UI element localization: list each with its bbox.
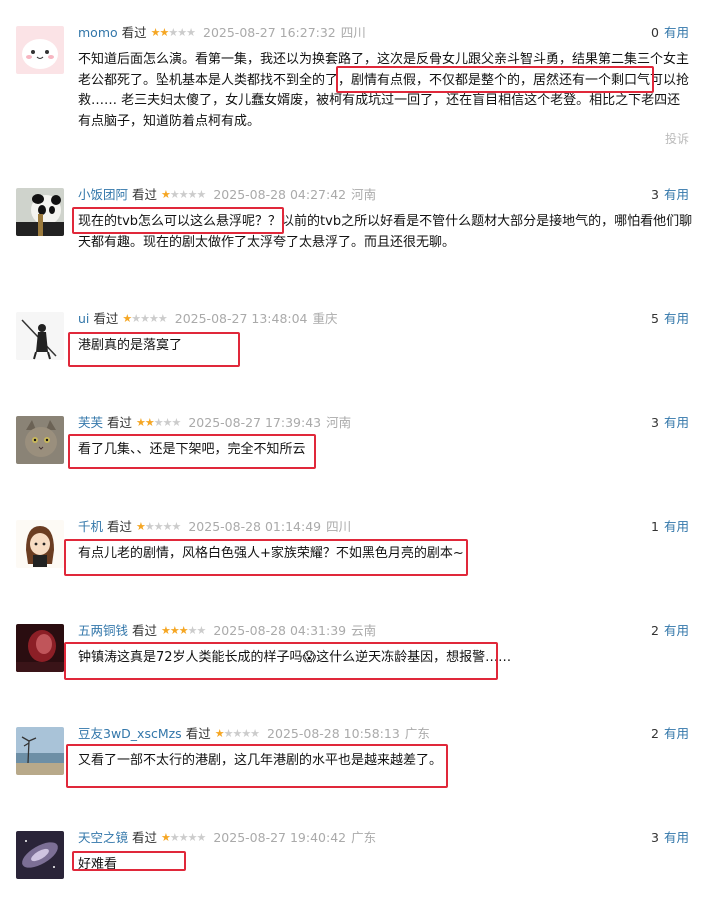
comment-time: 2025-08-27 17:39:43	[188, 415, 322, 430]
comment-time: 2025-08-27 13:48:04	[174, 311, 308, 326]
watched-label: 看过	[107, 415, 133, 430]
comment-location: 广东	[351, 830, 377, 845]
highlight-box	[64, 642, 498, 680]
username-link[interactable]: momo	[78, 25, 118, 40]
username-link[interactable]: ui	[78, 311, 89, 326]
vote-box: 1 有用	[651, 518, 689, 536]
swordsman-avatar[interactable]	[16, 312, 64, 360]
highlight-box	[72, 851, 186, 871]
comment-time: 2025-08-28 04:31:39	[213, 623, 347, 638]
comment-location: 广东	[404, 726, 430, 741]
watched-label: 看过	[107, 519, 133, 534]
comment-meta: momo 看过 ★★★★★ 2025-08-27 16:27:32 四川	[78, 24, 366, 42]
star-rating: ★★★★★	[161, 624, 206, 637]
panda-avatar[interactable]	[16, 188, 64, 236]
comment-time: 2025-08-28 04:27:42	[213, 187, 347, 202]
highlight-box	[336, 66, 654, 93]
watched-label: 看过	[132, 187, 158, 202]
galaxy-avatar[interactable]	[16, 831, 64, 879]
username-link[interactable]: 芙芙	[78, 415, 103, 430]
comment-meta: 千机 看过 ★★★★★ 2025-08-28 01:14:49 四川	[78, 518, 351, 536]
pink-blob-avatar[interactable]	[16, 26, 64, 74]
vote-box: 3 有用	[651, 829, 689, 847]
cartoon-girl-avatar[interactable]	[16, 520, 64, 568]
comment-meta: 豆友3wD_xscMzs 看过 ★★★★★ 2025-08-28 10:58:13 广东	[78, 725, 430, 743]
vote-count: 3	[651, 415, 659, 430]
vote-box: 2 有用	[651, 622, 689, 640]
comment-meta: 五两铜钱 看过 ★★★★★ 2025-08-28 04:31:39 云南	[78, 622, 376, 640]
seascape-avatar[interactable]	[16, 727, 64, 775]
comment-location: 四川	[340, 25, 366, 40]
useful-button[interactable]: 有用	[664, 726, 689, 741]
report-link[interactable]: 投诉	[665, 130, 689, 147]
watched-label: 看过	[185, 726, 211, 741]
comment-time: 2025-08-28 10:58:13	[267, 726, 400, 741]
star-rating: ★★★★★	[136, 416, 181, 429]
star-rating: ★★★★★	[161, 831, 206, 844]
comment-location: 重庆	[312, 311, 338, 326]
useful-button[interactable]: 有用	[664, 623, 689, 638]
vote-count: 1	[651, 519, 659, 534]
watched-label: 看过	[121, 25, 147, 40]
comment-location: 云南	[351, 623, 377, 638]
highlight-box	[68, 434, 316, 469]
vote-count: 3	[651, 187, 659, 202]
vote-count: 0	[651, 25, 659, 40]
watched-label: 看过	[132, 830, 158, 845]
star-rating: ★★★★★	[214, 727, 260, 740]
vote-box: 3 有用	[651, 414, 689, 432]
vote-box: 0 有用	[651, 24, 689, 42]
comment-meta: ui 看过 ★★★★★ 2025-08-27 13:48:04 重庆	[78, 310, 338, 328]
username-link[interactable]: 豆友3wD_xscMzs	[78, 726, 182, 741]
comment-location: 河南	[351, 187, 377, 202]
vote-count: 5	[651, 311, 659, 326]
highlight-box	[68, 332, 240, 367]
red-portrait-avatar[interactable]	[16, 624, 64, 672]
useful-button[interactable]: 有用	[664, 187, 689, 202]
watched-label: 看过	[132, 623, 158, 638]
comment-location: 河南	[326, 415, 352, 430]
username-link[interactable]: 千机	[78, 519, 103, 534]
star-rating: ★★★★★	[161, 188, 206, 201]
cat-avatar[interactable]	[16, 416, 64, 464]
highlight-box	[72, 207, 284, 234]
star-rating: ★★★★★	[136, 520, 181, 533]
vote-count: 2	[651, 623, 659, 638]
comment-meta: 芙芙 看过 ★★★★★ 2025-08-27 17:39:43 河南	[78, 414, 351, 432]
vote-box: 5 有用	[651, 310, 689, 328]
vote-box: 2 有用	[651, 725, 689, 743]
highlight-box	[64, 539, 468, 576]
vote-count: 3	[651, 830, 659, 845]
comment-time: 2025-08-27 19:40:42	[213, 830, 347, 845]
star-rating: ★★★★★	[150, 26, 196, 39]
comment-time: 2025-08-28 01:14:49	[188, 519, 322, 534]
useful-button[interactable]: 有用	[664, 311, 689, 326]
vote-count: 2	[651, 726, 659, 741]
username-link[interactable]: 天空之镜	[78, 830, 128, 845]
useful-button[interactable]: 有用	[664, 25, 689, 40]
highlight-box	[66, 744, 448, 788]
useful-button[interactable]: 有用	[664, 830, 689, 845]
username-link[interactable]: 五两铜钱	[78, 623, 128, 638]
useful-button[interactable]: 有用	[664, 519, 689, 534]
comment-time: 2025-08-27 16:27:32	[203, 25, 336, 40]
username-link[interactable]: 小饭团阿	[78, 187, 128, 202]
comment-meta: 天空之镜 看过 ★★★★★ 2025-08-27 19:40:42 广东	[78, 829, 376, 847]
comment-location: 四川	[326, 519, 352, 534]
comment-meta: 小饭团阿 看过 ★★★★★ 2025-08-28 04:27:42 河南	[78, 186, 376, 204]
watched-label: 看过	[93, 311, 119, 326]
useful-button[interactable]: 有用	[664, 415, 689, 430]
star-rating: ★★★★★	[122, 312, 167, 325]
vote-box: 3 有用	[651, 186, 689, 204]
